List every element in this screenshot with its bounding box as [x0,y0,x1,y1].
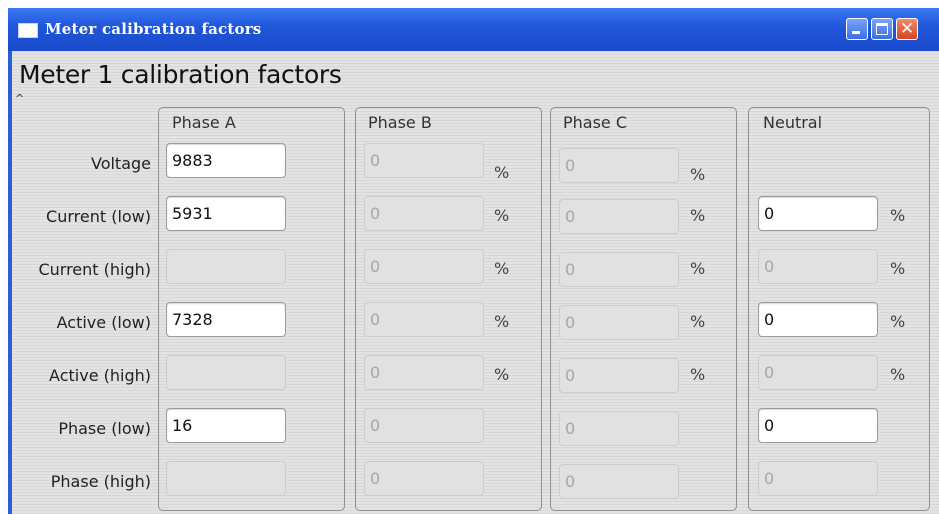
client-area: Meter 1 calibration factors ^ Voltage Cu… [12,51,939,514]
neutral-current-low-input[interactable] [758,196,878,231]
minimize-button[interactable] [846,18,868,40]
phase-b-active-low-input [364,302,484,337]
row-label-phase-low: Phase (low) [58,419,151,438]
row-label-current-low: Current (low) [46,207,151,226]
phase-a-voltage-input[interactable] [166,143,286,178]
phase-a-phase-high-input [166,461,286,496]
caret-mark: ^ [15,92,25,105]
page-title: Meter 1 calibration factors [19,60,342,89]
phase-b-phase-high-input [364,461,484,496]
phase-c-voltage-unit: % [690,165,706,184]
group-title-phase-c: Phase C [563,113,628,132]
close-icon: ✕ [899,19,915,39]
phase-c-phase-low-input [559,411,679,446]
phase-c-phase-high-input [559,464,679,499]
window-icon [18,23,38,38]
row-label-current-high: Current (high) [38,260,151,279]
phase-a-current-low-input[interactable] [166,196,286,231]
neutral-active-high-unit: % [890,365,906,384]
phase-b-voltage-input [364,143,484,178]
window-title: Meter calibration factors [45,20,262,38]
neutral-active-high-input [758,355,878,390]
title-bar[interactable]: Meter calibration factors ✕ [8,8,939,51]
neutral-active-low-input[interactable] [758,302,878,337]
phase-b-active-low-unit: % [494,312,510,331]
neutral-current-high-unit: % [890,259,906,278]
neutral-active-low-unit: % [890,312,906,331]
phase-c-current-high-unit: % [690,259,706,278]
phase-b-current-low-unit: % [494,206,510,225]
row-label-active-low: Active (low) [56,313,151,332]
neutral-phase-high-input [758,461,878,496]
calibration-window: Meter calibration factors ✕ Meter 1 cali… [8,8,939,514]
maximize-button[interactable] [871,18,893,40]
neutral-phase-low-input[interactable] [758,408,878,443]
phase-a-active-low-input[interactable] [166,302,286,337]
phase-a-phase-low-input[interactable] [166,408,286,443]
phase-c-active-low-input [559,305,679,340]
group-title-neutral: Neutral [763,113,823,132]
phase-c-active-high-input [559,358,679,393]
row-label-phase-high: Phase (high) [50,472,151,491]
phase-c-current-low-unit: % [690,206,706,225]
close-button[interactable]: ✕ [896,18,918,40]
neutral-current-low-unit: % [890,206,906,225]
phase-b-active-high-input [364,355,484,390]
neutral-current-high-input [758,249,878,284]
phase-b-phase-low-input [364,408,484,443]
row-label-voltage: Voltage [90,154,151,173]
maximize-icon [876,23,888,35]
group-title-phase-b: Phase B [368,113,432,132]
phase-c-active-low-unit: % [690,312,706,331]
phase-a-current-high-input [166,249,286,284]
phase-c-voltage-input [559,148,679,183]
phase-c-current-high-input [559,252,679,287]
phase-c-current-low-input [559,199,679,234]
phase-a-active-high-input [166,355,286,390]
phase-c-active-high-unit: % [690,365,706,384]
phase-b-active-high-unit: % [494,365,510,384]
phase-b-voltage-unit: % [494,163,510,182]
row-label-active-high: Active (high) [49,366,151,385]
phase-b-current-low-input [364,196,484,231]
minimize-icon [852,31,860,34]
phase-b-current-high-unit: % [494,259,510,278]
phase-b-current-high-input [364,249,484,284]
group-title-phase-a: Phase A [172,113,236,132]
